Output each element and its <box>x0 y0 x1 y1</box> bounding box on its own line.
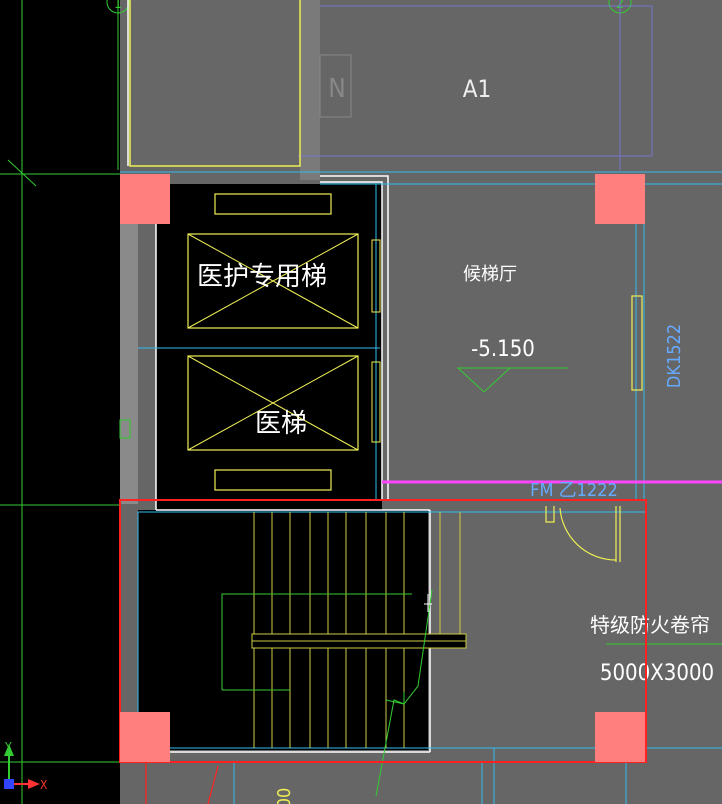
north-symbol: N <box>328 74 346 104</box>
column-bottom-right <box>595 712 645 762</box>
door-code: FM 乙1222 <box>530 480 618 501</box>
column-top-right <box>595 174 645 224</box>
elevator-lobby-label: 候梯厅 <box>463 264 517 285</box>
ucs-y-label: Y <box>4 740 12 754</box>
medical-elevator-label: 医护专用梯 <box>197 262 327 292</box>
left-dark-region <box>0 0 120 804</box>
grid-axis-1-label: 1 <box>114 0 122 12</box>
partial-dimension-text: 00 <box>274 788 295 804</box>
light-wall-strip <box>300 0 320 180</box>
column-bottom-left <box>120 712 170 762</box>
area-a1-label: A1 <box>463 75 492 103</box>
upper-left-room <box>130 0 300 166</box>
opening-code: DK1522 <box>664 324 685 388</box>
ucs-x-label: X <box>40 778 48 792</box>
stair-dark <box>138 510 428 750</box>
elevator-shaft-dark <box>156 184 382 510</box>
shutter-size: 5000X3000 <box>600 661 714 686</box>
fire-shutter-label: 特级防火卷帘 <box>590 613 710 637</box>
column-top-left <box>120 174 170 224</box>
left-wall-strip <box>120 224 138 504</box>
cad-drawing-canvas[interactable]: 1 2 N A1 医护专用梯 医梯 候梯厅 -5.150 DK1522 FM 乙… <box>0 0 722 804</box>
elevation-value: -5.150 <box>471 337 535 362</box>
hospital-elevator-label: 医梯 <box>255 409 307 439</box>
